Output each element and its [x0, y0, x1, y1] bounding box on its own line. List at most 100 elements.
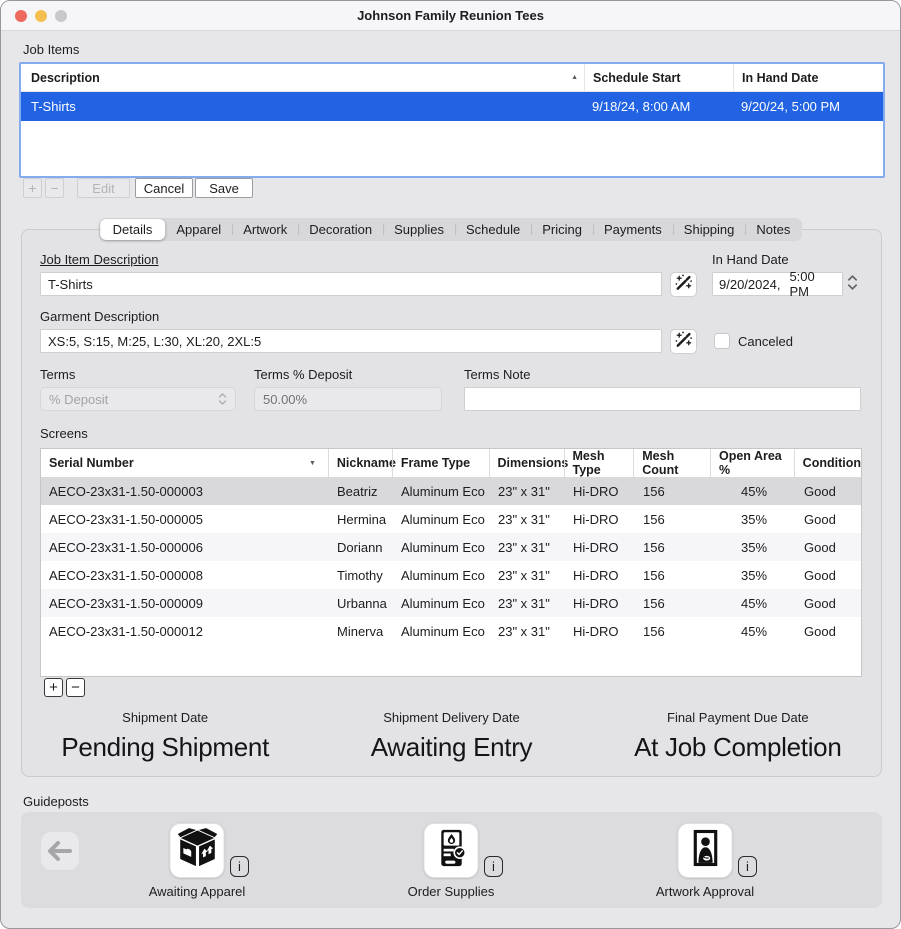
window-title: Johnson Family Reunion Tees — [357, 8, 544, 23]
canceled-label: Canceled — [738, 334, 793, 349]
guidepost-label: Order Supplies — [366, 884, 536, 899]
tab-details[interactable]: Details — [100, 219, 166, 240]
column-header-condition[interactable]: Condition — [794, 449, 861, 477]
in-hand-date-input[interactable]: 9/20/2024, 5:00 PM — [712, 272, 843, 296]
column-header-open-area[interactable]: Open Area % — [710, 449, 794, 477]
tab-supplies[interactable]: Supplies — [383, 220, 455, 239]
job-item-in-hand-cell: 9/20/24, 5:00 PM — [741, 99, 840, 114]
guideposts-panel: i Awaiting Apparel — [21, 812, 882, 908]
guidepost-artwork-approval: i Artwork Approval — [620, 812, 790, 908]
supplies-label-icon — [429, 826, 473, 875]
job-item-description-label[interactable]: Job Item Description — [40, 252, 159, 267]
chevron-down-icon — [847, 284, 858, 290]
terms-note-label: Terms Note — [464, 367, 530, 382]
delivery-date-label: Shipment Delivery Date — [308, 710, 594, 725]
in-hand-date-label: In Hand Date — [712, 252, 789, 267]
terms-label: Terms — [40, 367, 75, 382]
delivery-date-value: Awaiting Entry — [308, 732, 594, 763]
remove-screen-button[interactable]: − — [66, 678, 85, 697]
autofill-garment-button[interactable] — [670, 329, 697, 354]
job-items-toolbar: + − Edit Cancel Save — [23, 178, 253, 198]
add-screen-button[interactable]: + — [44, 678, 63, 697]
edit-button[interactable]: Edit — [77, 178, 130, 198]
column-header-dimensions[interactable]: Dimensions — [489, 449, 564, 477]
tab-pricing[interactable]: Pricing — [531, 220, 593, 239]
tab-schedule[interactable]: Schedule — [455, 220, 531, 239]
title-bar: Johnson Family Reunion Tees — [1, 1, 900, 31]
canceled-checkbox[interactable] — [714, 333, 730, 349]
in-hand-date-value: 9/20/2024, — [719, 277, 780, 292]
column-header-serial-number[interactable]: Serial Number ▼ — [41, 449, 328, 477]
status-row: Shipment Date Pending Shipment Shipment … — [22, 710, 881, 763]
details-panel: Job Item Description In Hand Date 9/20/2… — [21, 229, 882, 777]
column-header-schedule-start[interactable]: Schedule Start — [584, 64, 733, 91]
job-items-table-header: Description ▲ Schedule Start In Hand Dat… — [21, 64, 883, 92]
save-button[interactable]: Save — [195, 178, 253, 198]
screens-table: Serial Number ▼ Nickname Frame Type Dime… — [40, 448, 862, 677]
in-hand-time-value: 5:00 PM — [789, 269, 836, 299]
sort-descending-icon: ▼ — [309, 460, 322, 467]
screen-row[interactable]: AECO-23x31-1.50-000006DoriannAluminum Ec… — [41, 533, 861, 561]
tab-decoration[interactable]: Decoration — [298, 220, 383, 239]
terms-note-input[interactable] — [464, 387, 861, 411]
close-button[interactable] — [15, 10, 27, 22]
magic-wand-icon — [674, 330, 693, 354]
terms-deposit-field: 50.00% — [254, 387, 442, 411]
detail-tabs: Details Apparel Artwork Decoration Suppl… — [99, 218, 803, 241]
magic-wand-icon — [674, 273, 693, 297]
autofill-description-button[interactable] — [670, 272, 697, 297]
guidepost-order-supplies: i Order Supplies — [366, 812, 536, 908]
chevron-up-icon — [847, 275, 858, 281]
delivery-date-block: Shipment Delivery Date Awaiting Entry — [308, 710, 594, 763]
column-header-description[interactable]: Description ▲ — [21, 64, 584, 91]
guidepost-label: Awaiting Apparel — [112, 884, 282, 899]
job-item-description-input[interactable] — [40, 272, 662, 296]
minimize-button[interactable] — [35, 10, 47, 22]
screen-row[interactable]: AECO-23x31-1.50-000005HerminaAluminum Ec… — [41, 505, 861, 533]
shipment-date-block: Shipment Date Pending Shipment — [22, 710, 308, 763]
in-hand-date-stepper[interactable] — [847, 275, 858, 290]
sort-ascending-icon: ▲ — [571, 74, 584, 81]
column-header-nickname[interactable]: Nickname — [328, 449, 392, 477]
shipment-date-label: Shipment Date — [22, 710, 308, 725]
screen-row[interactable]: AECO-23x31-1.50-000009UrbannaAluminum Ec… — [41, 589, 861, 617]
zoom-button — [55, 10, 67, 22]
final-payment-label: Final Payment Due Date — [595, 710, 881, 725]
screen-row[interactable]: AECO-23x31-1.50-000003BeatrizAluminum Ec… — [41, 477, 861, 505]
order-supplies-button[interactable] — [424, 823, 479, 878]
job-item-schedule-start-cell: 9/18/24, 8:00 AM — [592, 99, 690, 114]
cancel-button[interactable]: Cancel — [135, 178, 193, 198]
guidepost-label: Artwork Approval — [620, 884, 790, 899]
tab-apparel[interactable]: Apparel — [165, 220, 232, 239]
column-header-in-hand-date[interactable]: In Hand Date — [733, 64, 883, 91]
guidepost-back-button[interactable] — [41, 832, 79, 870]
info-icon[interactable]: i — [738, 856, 757, 877]
screens-section-label: Screens — [40, 426, 88, 441]
job-item-row-selected[interactable]: T-Shirts 9/18/24, 8:00 AM 9/20/24, 5:00 … — [21, 92, 883, 121]
info-icon[interactable]: i — [230, 856, 249, 877]
garment-description-label: Garment Description — [40, 309, 159, 324]
framed-artwork-icon — [683, 826, 727, 875]
awaiting-apparel-button[interactable] — [170, 823, 225, 878]
tab-payments[interactable]: Payments — [593, 220, 673, 239]
final-payment-block: Final Payment Due Date At Job Completion — [595, 710, 881, 763]
garment-description-input[interactable] — [40, 329, 662, 353]
artwork-approval-button[interactable] — [678, 823, 733, 878]
tab-shipping[interactable]: Shipping — [673, 220, 746, 239]
tab-notes[interactable]: Notes — [745, 220, 801, 239]
add-job-item-button[interactable]: + — [23, 178, 42, 198]
screens-toolbar: + − — [44, 678, 85, 697]
job-item-description-cell: T-Shirts — [31, 99, 76, 114]
screens-table-header: Serial Number ▼ Nickname Frame Type Dime… — [41, 449, 861, 477]
job-items-table: Description ▲ Schedule Start In Hand Dat… — [19, 62, 885, 178]
tab-artwork[interactable]: Artwork — [232, 220, 298, 239]
column-header-mesh-type[interactable]: Mesh Type — [564, 449, 634, 477]
column-header-mesh-count[interactable]: Mesh Count — [633, 449, 710, 477]
screen-row[interactable]: AECO-23x31-1.50-000008TimothyAluminum Ec… — [41, 561, 861, 589]
screen-row[interactable]: AECO-23x31-1.50-000012MinervaAluminum Ec… — [41, 617, 861, 645]
column-header-frame-type[interactable]: Frame Type — [392, 449, 489, 477]
remove-job-item-button[interactable]: − — [45, 178, 64, 198]
info-icon[interactable]: i — [484, 856, 503, 877]
terms-deposit-label: Terms % Deposit — [254, 367, 352, 382]
terms-deposit-value: 50.00% — [263, 392, 307, 407]
